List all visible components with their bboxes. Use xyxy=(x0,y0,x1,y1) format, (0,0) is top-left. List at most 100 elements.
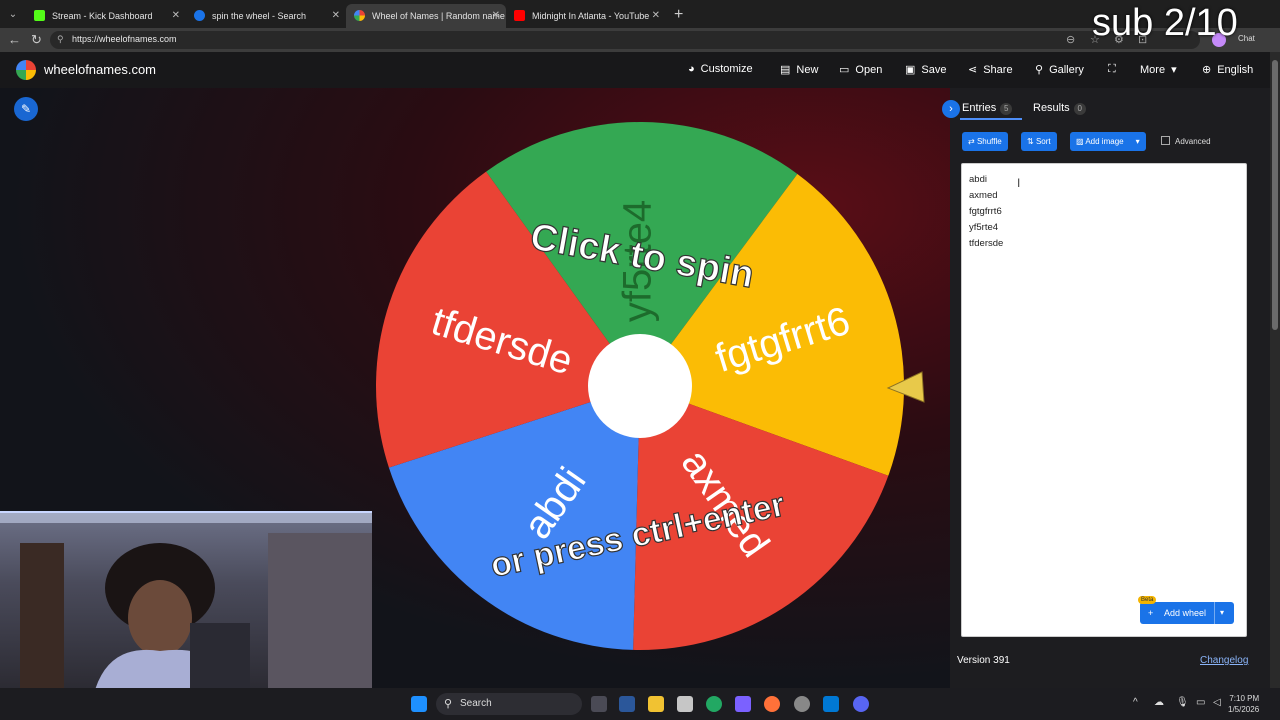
sort-icon: ⇅ xyxy=(1027,137,1036,146)
new-tab-plus-icon[interactable]: + xyxy=(666,6,691,24)
open-button[interactable]: ▭ Open xyxy=(839,63,882,76)
browser-tab[interactable]: Midnight In Atlanta - YouTube ✕ xyxy=(506,4,666,28)
tab-results[interactable]: Results 0 xyxy=(1033,102,1086,115)
browser-tab[interactable]: spin the wheel - Search ✕ xyxy=(186,4,346,28)
youtube-favicon-icon xyxy=(514,10,525,21)
entry-line: axmed xyxy=(969,190,998,201)
microphone-icon[interactable]: 🎙 xyxy=(1176,697,1189,708)
close-icon[interactable]: ✕ xyxy=(652,4,660,28)
url-field[interactable]: ⚲ https://wheelofnames.com ⊖ ☆ ⚙ ⊡ xyxy=(50,31,1200,49)
plus-icon: + xyxy=(1148,608,1154,618)
windows-taskbar: ⚲ Search ^ ☁ 🎙 ▭ ◁ 7:10 PM 1/5/2026 xyxy=(0,688,1280,720)
address-bar: ← ↻ ⚲ https://wheelofnames.com ⊖ ☆ ⚙ ⊡ C… xyxy=(0,28,1280,52)
shuffle-button[interactable]: ⇄ Shuffle xyxy=(962,132,1008,151)
add-wheel-button[interactable]: + Add wheel ▾ xyxy=(1140,602,1234,624)
close-icon[interactable]: ✕ xyxy=(492,4,500,28)
add-image-button[interactable]: ▨ Add image ▾ xyxy=(1070,132,1146,151)
more-button[interactable]: More ▾ xyxy=(1140,63,1177,76)
sub-goal-overlay: sub 2/10 xyxy=(1092,2,1238,44)
tab-title: Midnight In Atlanta - YouTube xyxy=(532,11,650,21)
save-button[interactable]: ▣ Save xyxy=(905,63,946,76)
store-icon[interactable] xyxy=(677,696,693,712)
word-icon[interactable] xyxy=(619,696,635,712)
tab-entries[interactable]: Entries 5 xyxy=(962,102,1013,115)
browser-tab-active[interactable]: Wheel of Names | Random name ✕ xyxy=(346,4,506,28)
network-icon[interactable]: ▭ xyxy=(1196,697,1205,708)
chat-button[interactable]: Chat xyxy=(1238,34,1255,43)
search-icon: ⚲ xyxy=(1035,64,1044,76)
advanced-checkbox[interactable]: Advanced xyxy=(1161,136,1211,146)
close-icon[interactable]: ✕ xyxy=(332,4,340,28)
fullscreen-icon: ⛶ xyxy=(1108,63,1116,75)
chrome-icon[interactable] xyxy=(706,696,722,712)
page-scrollbar[interactable] xyxy=(1270,52,1280,688)
wheel-center[interactable] xyxy=(588,334,692,438)
tab-title: spin the wheel - Search xyxy=(212,11,307,21)
app-icon[interactable] xyxy=(823,696,839,712)
wheel-pointer-icon xyxy=(886,371,925,403)
changelog-link[interactable]: Changelog xyxy=(1200,655,1248,666)
site-info-icon[interactable]: ⚲ xyxy=(57,34,64,45)
discord-icon[interactable] xyxy=(853,696,869,712)
results-count-badge: 0 xyxy=(1073,103,1086,115)
folder-icon: ▭ xyxy=(839,64,850,76)
edit-pencil-icon[interactable]: ✎ xyxy=(14,97,38,121)
close-icon[interactable]: ✕ xyxy=(172,4,180,28)
wheel[interactable]: yf5rte4 fgtgfrrt6 axmed abdi tfdersde Cl… xyxy=(375,121,905,651)
language-button[interactable]: ⊕ English xyxy=(1202,63,1253,76)
entries-textarea[interactable]: abdi axmed fgtgfrrt6 yf5rte4 tfdersde xyxy=(961,163,1247,637)
tab-search-icon[interactable]: ⌄ xyxy=(0,0,26,28)
site-logo-text[interactable]: wheelofnames.com xyxy=(44,62,156,77)
firefox-icon[interactable] xyxy=(764,696,780,712)
tab-title: Wheel of Names | Random name xyxy=(372,11,505,21)
scrollbar-thumb[interactable] xyxy=(1272,60,1278,330)
sort-button[interactable]: ⇅ Sort xyxy=(1021,132,1057,151)
copilot-icon[interactable] xyxy=(735,696,751,712)
text-cursor-icon: I xyxy=(1017,176,1021,190)
fullscreen-button[interactable]: ⛶ xyxy=(1108,63,1122,76)
volume-icon[interactable]: ◁ xyxy=(1213,697,1221,708)
beta-badge: Beta xyxy=(1138,596,1157,604)
search-favicon-icon xyxy=(194,10,205,21)
browser-tab-bar: ⌄ Stream - Kick Dashboard ✕ spin the whe… xyxy=(0,0,1280,28)
file-icon: ▤ xyxy=(780,64,791,76)
cloud-icon[interactable]: ☁ xyxy=(1154,697,1164,708)
file-explorer-icon[interactable] xyxy=(648,696,664,712)
taskbar-clock[interactable]: 7:10 PM 1/5/2026 xyxy=(1228,693,1259,715)
share-button[interactable]: ⋖ Share xyxy=(968,63,1013,76)
task-view-icon[interactable] xyxy=(591,696,607,712)
wheel-logo-icon[interactable] xyxy=(16,60,36,80)
webcam-overlay xyxy=(0,511,372,688)
reload-icon[interactable]: ↻ xyxy=(31,32,42,48)
image-icon: ▨ xyxy=(1076,137,1086,146)
back-arrow-icon[interactable]: ← xyxy=(8,32,21,47)
entry-line: fgtgfrrt6 xyxy=(969,206,1002,217)
reader-icon[interactable]: ⊖ xyxy=(1066,33,1075,46)
share-icon: ⋖ xyxy=(968,64,978,76)
checkbox-icon[interactable] xyxy=(1161,136,1170,145)
taskbar-search[interactable]: ⚲ Search xyxy=(436,693,582,715)
globe-icon: ⊕ xyxy=(1202,64,1212,76)
wheel-favicon-icon xyxy=(354,10,365,21)
tab-title: Stream - Kick Dashboard xyxy=(52,11,153,21)
chevron-down-icon: ▾ xyxy=(1171,64,1177,76)
chevron-up-icon[interactable]: ^ xyxy=(1133,697,1138,708)
webcam-person-image xyxy=(0,513,372,688)
chevron-down-icon[interactable]: ▾ xyxy=(1220,602,1224,624)
url-text: https://wheelofnames.com xyxy=(72,34,177,44)
kick-favicon-icon xyxy=(34,10,45,21)
collapse-panel-chevron-icon[interactable]: › xyxy=(942,100,960,118)
entry-line: abdi xyxy=(969,174,987,185)
entries-count-badge: 5 xyxy=(1000,103,1013,115)
customize-button[interactable]: ◕ Customize xyxy=(688,63,753,75)
settings-gear-icon[interactable] xyxy=(794,696,810,712)
save-icon: ▣ xyxy=(905,64,916,76)
search-icon: ⚲ xyxy=(444,698,453,710)
shuffle-icon: ⇄ xyxy=(968,137,977,146)
chevron-down-icon: ▾ xyxy=(1135,137,1140,146)
new-button[interactable]: ▤ New xyxy=(780,63,818,76)
gallery-button[interactable]: ⚲ Gallery xyxy=(1035,63,1084,76)
entry-line: tfdersde xyxy=(969,238,1004,249)
windows-start-icon[interactable] xyxy=(411,696,427,712)
browser-tab[interactable]: Stream - Kick Dashboard ✕ xyxy=(26,4,186,28)
